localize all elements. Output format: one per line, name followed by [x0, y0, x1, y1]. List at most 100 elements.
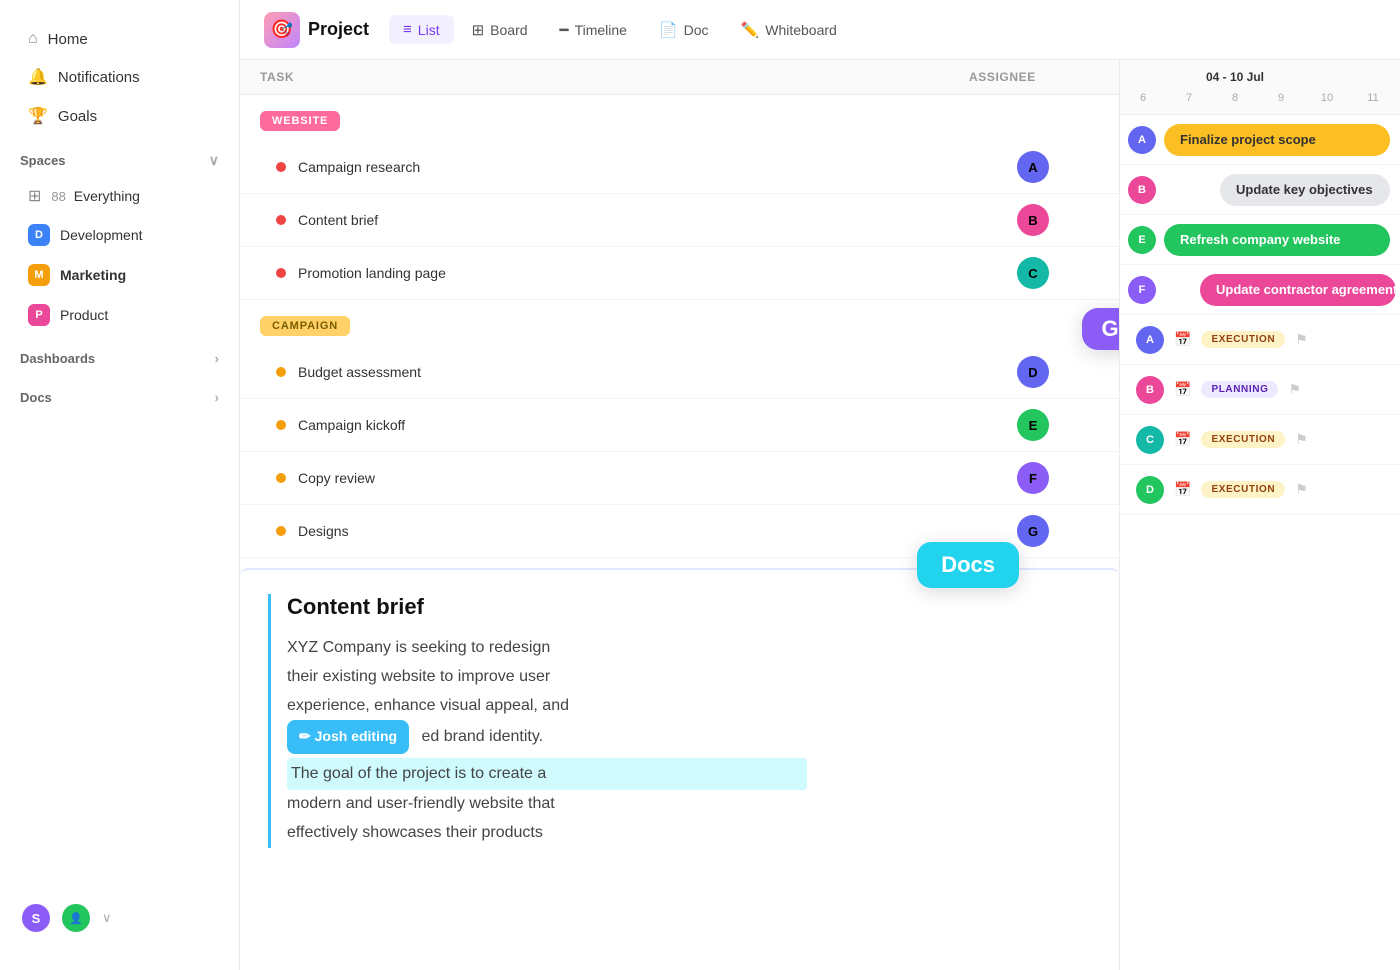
task-name-content-brief: Content brief: [298, 212, 1017, 228]
gantt-row-1: A Finalize project scope: [1120, 115, 1400, 165]
spaces-label: Spaces: [20, 153, 66, 168]
gantt-right-area: 04 - 10 Jul 6 7 8 9 10 11 - 17 Jul 11 12…: [1120, 60, 1400, 970]
sidebar-item-home[interactable]: ⌂ Home: [8, 21, 231, 57]
avatar-content-brief: B: [1017, 204, 1049, 236]
tab-doc[interactable]: 📄 Doc: [645, 15, 723, 45]
tab-timeline-label: Timeline: [575, 22, 627, 38]
task-dot-red: [276, 162, 286, 172]
task-row-copy[interactable]: Copy review F: [240, 452, 1119, 505]
chevron-down-icon: ∨: [209, 152, 219, 169]
tab-board-label: Board: [490, 22, 527, 38]
right-avatar-4: D: [1136, 476, 1164, 504]
tab-timeline[interactable]: ━ Timeline: [546, 15, 641, 45]
whiteboard-icon: ✏️: [741, 21, 760, 39]
status-badge-execution-1: EXECUTION: [1201, 331, 1285, 348]
gantt-row-4: F Update contractor agreement: [1120, 265, 1400, 315]
docs-content-panel: Docs Content brief XYZ Company is seekin…: [240, 568, 1119, 872]
prod-dot: P: [28, 304, 50, 326]
everything-label: 88 Everything: [51, 188, 140, 204]
gantt-day-7: 7: [1166, 92, 1212, 104]
task-dot-orange-1: [276, 367, 286, 377]
task-name-kickoff: Campaign kickoff: [298, 417, 1017, 433]
task-name-designs: Designs: [298, 523, 1017, 539]
chevron-down-icon-footer: ∨: [102, 910, 112, 926]
task-name-promotion: Promotion landing page: [298, 265, 1017, 281]
list-icon: ≡: [403, 21, 412, 38]
task-row-promotion[interactable]: Promotion landing page C: [240, 247, 1119, 300]
gantt-bar-3: Refresh company website: [1164, 224, 1390, 256]
task-row-budget[interactable]: Budget assessment D: [240, 346, 1119, 399]
right-avatar-3: C: [1136, 426, 1164, 454]
task-dot-orange-3: [276, 473, 286, 483]
sidebar-footer: S 👤 ∨: [0, 886, 239, 950]
grid-icon: ⊞: [28, 186, 41, 206]
task-name-budget: Budget assessment: [298, 364, 1017, 380]
task-dot-red-2: [276, 215, 286, 225]
right-row-4: D 📅 EXECUTION ⚑: [1120, 465, 1400, 515]
chevron-right-icon: ›: [215, 351, 219, 366]
calendar-icon-3: 📅: [1174, 431, 1191, 448]
sidebar-item-notifications[interactable]: 🔔 Notifications: [8, 58, 231, 96]
sidebar-item-development[interactable]: D Development: [8, 216, 231, 254]
gantt-bubble[interactable]: Gantt: [1082, 308, 1120, 350]
task-row-campaign-research[interactable]: Campaign research A: [240, 141, 1119, 194]
project-title: Project: [308, 19, 369, 40]
gantt-row-4-avatar: F: [1120, 276, 1156, 304]
col-header-task: Task: [260, 70, 969, 84]
docs-bubble[interactable]: Docs: [917, 542, 1019, 588]
avatar-kickoff: E: [1017, 409, 1049, 441]
sidebar-item-goals[interactable]: 🏆 Goals: [8, 97, 231, 135]
docs-section-header: Docs ›: [0, 374, 239, 413]
task-name-campaign-research: Campaign research: [298, 159, 1017, 175]
status-badge-execution-3: EXECUTION: [1201, 481, 1285, 498]
sidebar-item-everything[interactable]: ⊞ 88 Everything: [8, 178, 231, 214]
tab-list[interactable]: ≡ List: [389, 15, 454, 44]
task-row-content-brief[interactable]: Content brief B: [240, 194, 1119, 247]
task-panel: Task ASSIGNEE WEBSITE Campaign research …: [240, 60, 1120, 970]
right-avatar-2: B: [1136, 376, 1164, 404]
tab-list-label: List: [418, 22, 440, 38]
gantt-period-1-label: 04 - 10 Jul: [1206, 70, 1264, 84]
gantt-period-2: 11 - 17 Jul 11 12 13 14: [1350, 70, 1400, 104]
user-avatar-s: S: [20, 902, 52, 934]
flag-icon-4: ⚑: [1295, 481, 1308, 498]
calendar-icon-1: 📅: [1174, 331, 1191, 348]
status-badge-execution-2: EXECUTION: [1201, 431, 1285, 448]
gantt-period-1: 04 - 10 Jul 6 7 8 9 10: [1120, 70, 1350, 104]
spaces-section-header: Spaces ∨: [0, 136, 239, 177]
everything-count: 88: [51, 189, 65, 204]
task-row-kickoff[interactable]: Campaign kickoff E: [240, 399, 1119, 452]
gantt-day-8: 8: [1212, 92, 1258, 104]
right-row-2: B 📅 PLANNING ⚑: [1120, 365, 1400, 415]
gantt-day-12: 12: [1396, 92, 1400, 104]
home-icon: ⌂: [28, 30, 38, 48]
docs-overlay-area: Gantt Docs Content brief XYZ Company is …: [240, 568, 1119, 872]
tab-whiteboard[interactable]: ✏️ Whiteboard: [727, 15, 851, 45]
task-dot-orange-2: [276, 420, 286, 430]
doc-icon: 📄: [659, 21, 678, 39]
docs-body-text: XYZ Company is seeking to redesign their…: [287, 634, 807, 848]
timeline-icon: ━: [560, 21, 569, 39]
sidebar-item-product[interactable]: P Product: [8, 296, 231, 334]
sidebar-item-marketing[interactable]: M Marketing: [8, 256, 231, 294]
sidebar-label-home: Home: [48, 31, 88, 48]
flag-icon-3: ⚑: [1295, 431, 1308, 448]
gantt-avatar-1: A: [1128, 126, 1156, 154]
website-section-header: WEBSITE: [240, 95, 1119, 141]
gantt-row-2: B Update key objectives: [1120, 165, 1400, 215]
avatar-budget: D: [1017, 356, 1049, 388]
pencil-icon: ✏: [299, 728, 315, 744]
campaign-badge: CAMPAIGN: [260, 316, 350, 336]
avatar-copy: F: [1017, 462, 1049, 494]
website-badge: WEBSITE: [260, 111, 340, 131]
gantt-day-6: 6: [1120, 92, 1166, 104]
tab-board[interactable]: ⊞ Board: [458, 15, 542, 45]
right-avatar-1: A: [1136, 326, 1164, 354]
docs-highlight-line: The goal of the project is to create a: [287, 758, 807, 791]
task-name-copy: Copy review: [298, 470, 1017, 486]
flag-icon-1: ⚑: [1295, 331, 1308, 348]
sidebar-label-goals: Goals: [58, 108, 97, 125]
sidebar: ⌂ Home 🔔 Notifications 🏆 Goals Spaces ∨ …: [0, 0, 240, 970]
calendar-icon-4: 📅: [1174, 481, 1191, 498]
gantt-days-2: 11 12 13 14: [1350, 92, 1400, 104]
